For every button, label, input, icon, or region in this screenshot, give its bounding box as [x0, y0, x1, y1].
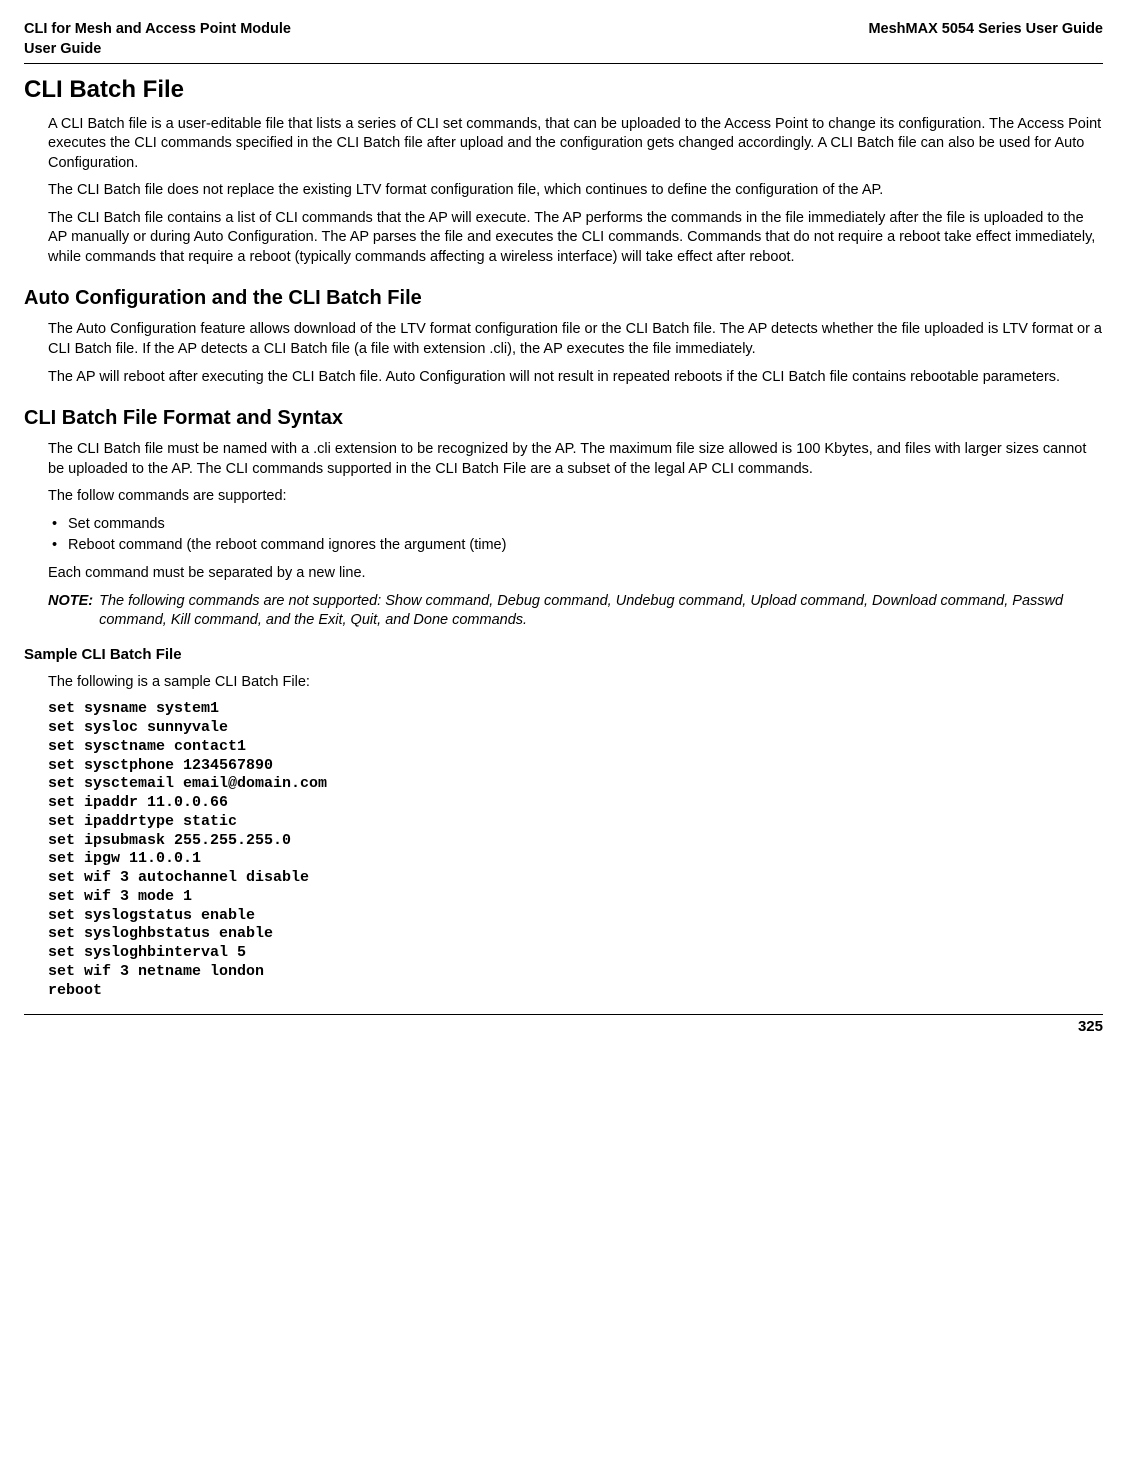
section-heading-format-syntax: CLI Batch File Format and Syntax [24, 405, 1103, 432]
section-intro: A CLI Batch file is a user-editable file… [48, 115, 1103, 268]
subheading-sample-file: Sample CLI Batch File [24, 645, 1103, 665]
note-label: NOTE: [48, 592, 99, 631]
section-sample-file: The following is a sample CLI Batch File… [48, 673, 1103, 1001]
paragraph: The CLI Batch file must be named with a … [48, 440, 1103, 479]
page-title: CLI Batch File [24, 74, 1103, 106]
paragraph: The CLI Batch file does not replace the … [48, 181, 1103, 201]
paragraph: A CLI Batch file is a user-editable file… [48, 115, 1103, 174]
paragraph: The CLI Batch file contains a list of CL… [48, 209, 1103, 268]
page-header: CLI for Mesh and Access Point Module Use… [24, 20, 1103, 59]
paragraph: Each command must be separated by a new … [48, 564, 1103, 584]
paragraph: The AP will reboot after executing the C… [48, 368, 1103, 388]
header-left-line1: CLI for Mesh and Access Point Module [24, 21, 291, 37]
section-auto-config: The Auto Configuration feature allows do… [48, 320, 1103, 387]
section-format-syntax: The CLI Batch file must be named with a … [48, 440, 1103, 631]
code-sample: set sysname system1 set sysloc sunnyvale… [48, 700, 1103, 1000]
header-left: CLI for Mesh and Access Point Module Use… [24, 20, 291, 59]
header-right: MeshMAX 5054 Series User Guide [868, 20, 1103, 59]
paragraph: The follow commands are supported: [48, 487, 1103, 507]
list-item: Set commands [48, 515, 1103, 535]
page-number: 325 [24, 1017, 1103, 1037]
paragraph: The Auto Configuration feature allows do… [48, 320, 1103, 359]
note-text: The following commands are not supported… [99, 592, 1103, 631]
header-rule [24, 63, 1103, 64]
list-item: Reboot command (the reboot command ignor… [48, 536, 1103, 556]
note-block: NOTE: The following commands are not sup… [48, 592, 1103, 631]
paragraph: The following is a sample CLI Batch File… [48, 673, 1103, 693]
section-heading-auto-config: Auto Configuration and the CLI Batch Fil… [24, 285, 1103, 312]
header-left-line2: User Guide [24, 41, 101, 57]
footer-rule [24, 1014, 1103, 1015]
supported-commands-list: Set commands Reboot command (the reboot … [48, 515, 1103, 556]
